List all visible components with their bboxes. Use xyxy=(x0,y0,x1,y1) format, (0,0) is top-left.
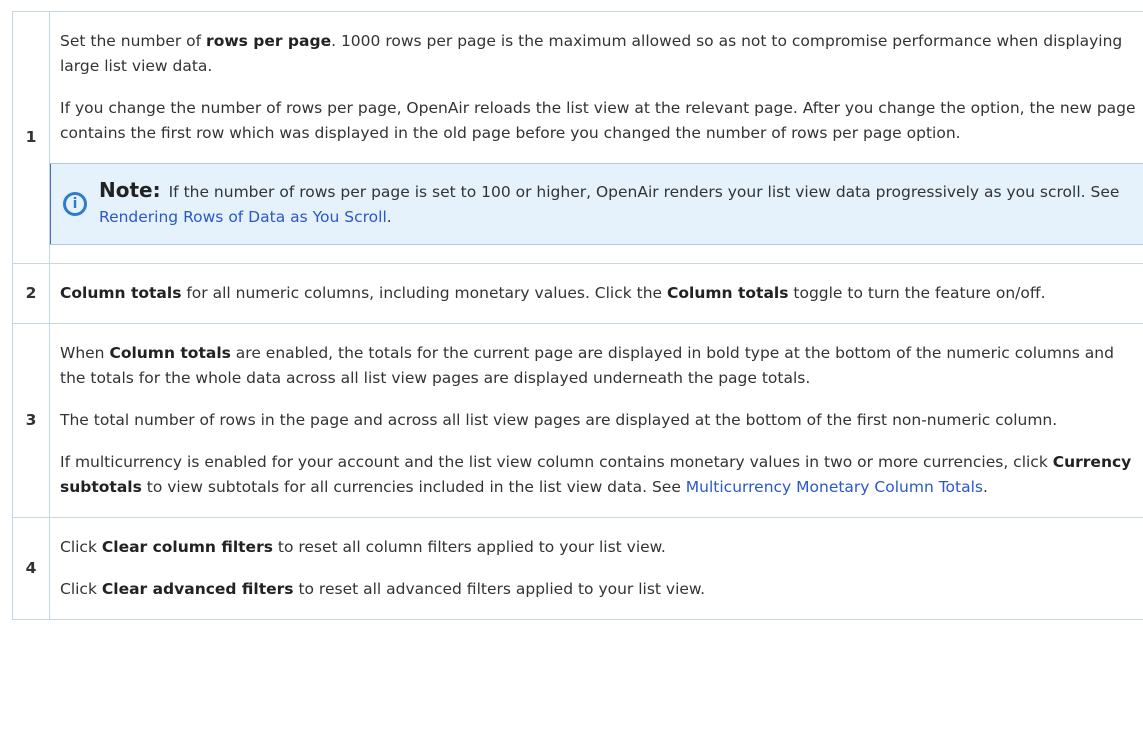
row-number: 1 xyxy=(12,11,50,264)
table-row: 2 Column totals for all numeric columns,… xyxy=(12,263,1143,324)
multicurrency-totals-link[interactable]: Multicurrency Monetary Column Totals xyxy=(686,478,983,496)
text: . xyxy=(386,208,392,226)
table-row: 1 Set the number of rows per page. 1000 … xyxy=(12,11,1143,264)
text: Click xyxy=(60,538,102,556)
text: to reset all column filters applied to y… xyxy=(272,538,666,556)
text: If multicurrency is enabled for your acc… xyxy=(60,453,1053,471)
paragraph: If multicurrency is enabled for your acc… xyxy=(60,450,1141,500)
text: to reset all advanced filters applied to… xyxy=(293,580,706,598)
paragraph: The total number of rows in the page and… xyxy=(60,411,1058,429)
row-content: Set the number of rows per page. 1000 ro… xyxy=(49,11,1143,264)
paragraph: Click Clear column filters to reset all … xyxy=(60,535,1141,560)
rendering-rows-link[interactable]: Rendering Rows of Data as You Scroll xyxy=(99,208,387,226)
table-row: 3 When Column totals are enabled, the to… xyxy=(12,323,1143,518)
row-number: 4 xyxy=(12,517,50,620)
row-content: Column totals for all numeric columns, i… xyxy=(49,263,1143,324)
text: When xyxy=(60,344,110,362)
text: If the number of rows per page is set to… xyxy=(168,183,1120,201)
paragraph: If you change the number of rows per pag… xyxy=(60,99,1136,142)
paragraph: Column totals for all numeric columns, i… xyxy=(60,281,1141,306)
text: to view subtotals for all currencies inc… xyxy=(141,478,686,496)
paragraph: Click Clear advanced filters to reset al… xyxy=(60,577,1141,602)
callout-table: 1 Set the number of rows per page. 1000 … xyxy=(12,11,1143,620)
text: toggle to turn the feature on/off. xyxy=(788,284,1046,302)
info-circle-icon: i xyxy=(63,192,87,216)
note-text: Note: If the number of rows per page is s… xyxy=(99,178,1141,230)
bold-term: rows per page xyxy=(206,32,332,50)
row-number: 2 xyxy=(12,263,50,324)
table-row: 4 Click Clear column filters to reset al… xyxy=(12,517,1143,620)
bold-term: Column totals xyxy=(109,344,231,362)
row-content: When Column totals are enabled, the tota… xyxy=(49,323,1143,518)
text: Set the number of xyxy=(60,32,207,50)
row-content: Click Clear column filters to reset all … xyxy=(49,517,1143,620)
note-label: Note: xyxy=(99,178,161,202)
text: Click xyxy=(60,580,102,598)
bold-term: Column totals xyxy=(667,284,789,302)
note-box: i Note: If the number of rows per page is… xyxy=(49,163,1143,245)
text: for all numeric columns, including monet… xyxy=(181,284,668,302)
bold-term: Clear column filters xyxy=(101,538,273,556)
bold-term: Column totals xyxy=(60,284,182,302)
row-number: 3 xyxy=(12,323,50,518)
bold-term: Clear advanced filters xyxy=(101,580,294,598)
text: . xyxy=(982,478,988,496)
paragraph: Set the number of rows per page. 1000 ro… xyxy=(60,29,1141,79)
paragraph: When Column totals are enabled, the tota… xyxy=(60,341,1141,391)
